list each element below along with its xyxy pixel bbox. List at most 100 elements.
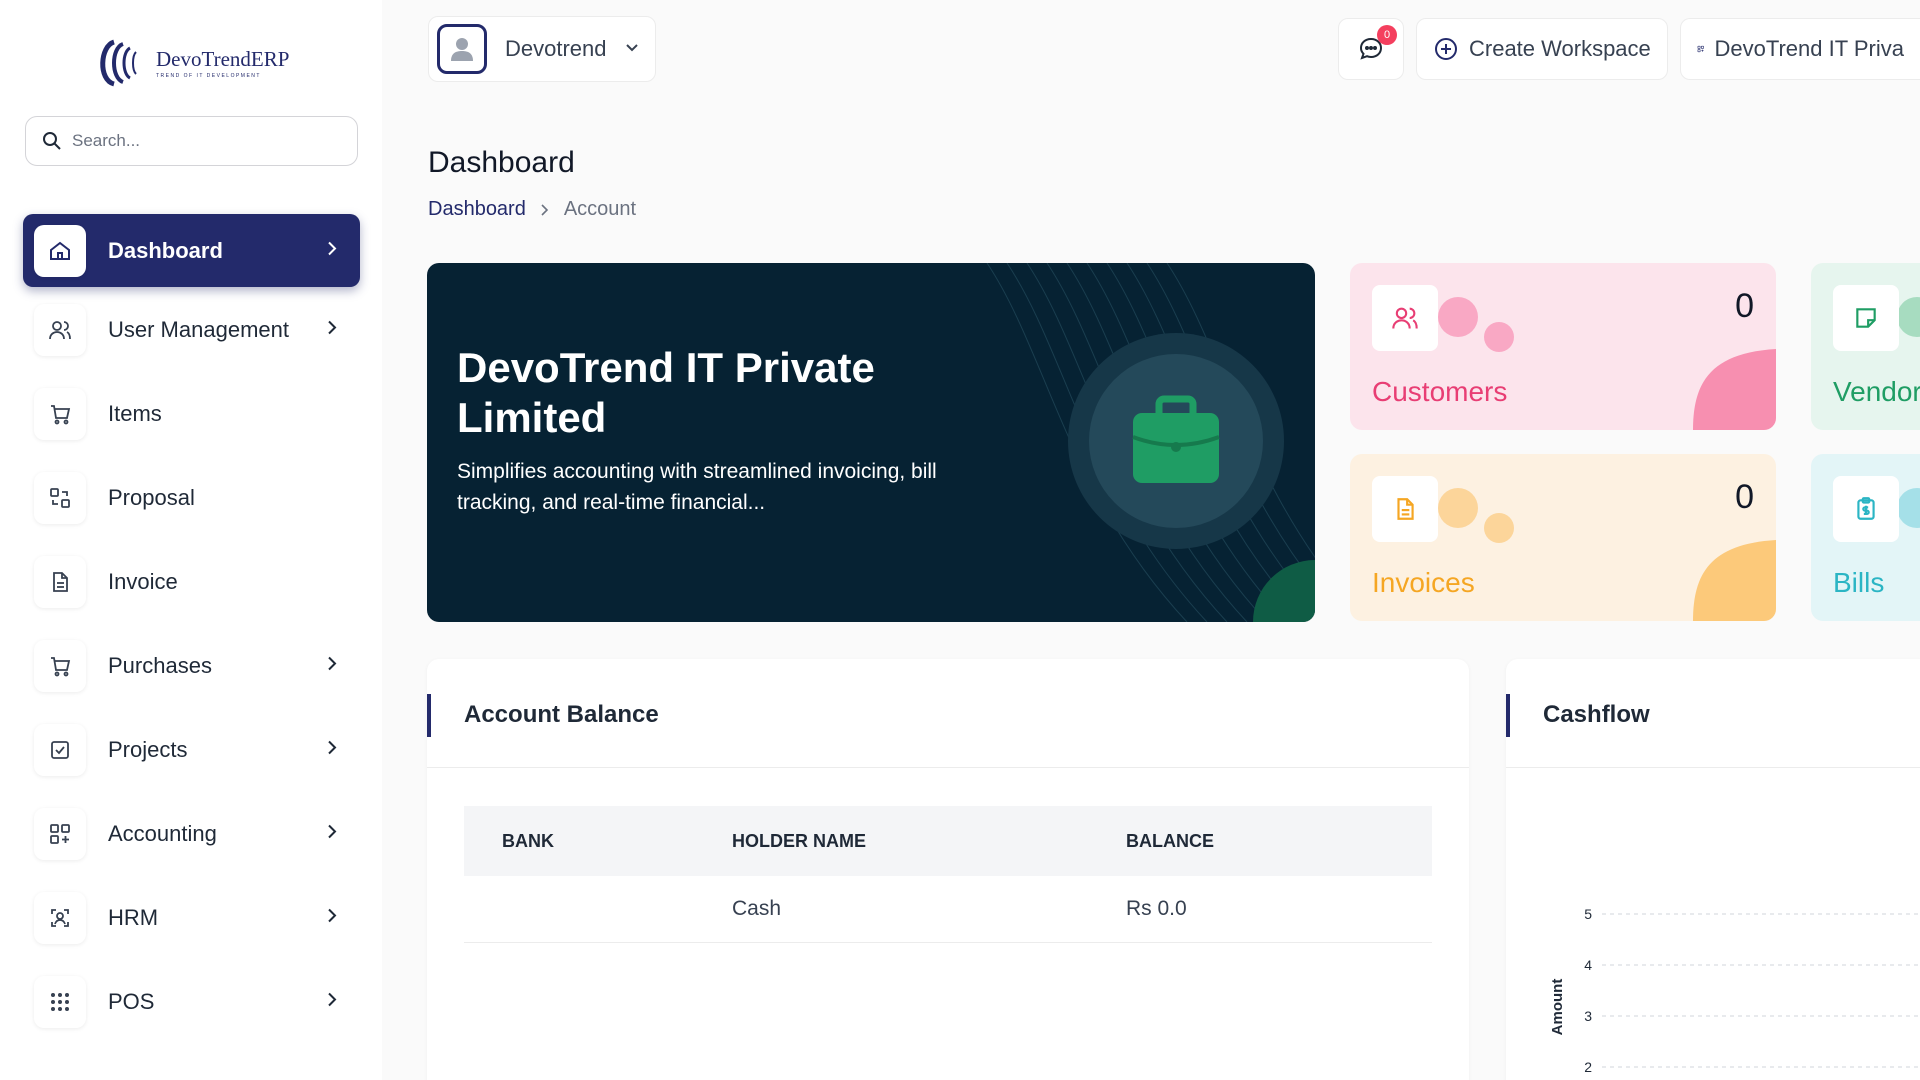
company-banner: DevoTrend IT Private Limited Simplifies … — [427, 263, 1315, 622]
grid-plus-icon — [34, 808, 86, 860]
sidebar-item-proposal[interactable]: Proposal — [23, 462, 360, 534]
brand-tagline: TREND OF IT DEVELOPMENT — [156, 73, 261, 79]
cashflow-panel: Cashflow Amount 54321 — [1506, 659, 1920, 1080]
sidebar-item-dashboard[interactable]: Dashboard — [23, 214, 360, 287]
y-tick-5: 5 — [1584, 906, 1592, 922]
account-balance-table: BANK HOLDER NAME BALANCE Cash Rs 0.0 — [464, 806, 1432, 943]
panel-header: Cashflow — [1506, 659, 1920, 768]
sidebar-item-hrm[interactable]: HRM — [23, 882, 360, 954]
brand-logo[interactable]: DevoTrendERP TREND OF IT DEVELOPMENT — [94, 34, 289, 92]
sidebar-item-label: Accounting — [108, 821, 217, 846]
sidebar-item-items[interactable]: Items — [23, 378, 360, 450]
column-header-bank: BANK — [464, 806, 694, 876]
breadcrumb-home[interactable]: Dashboard — [428, 198, 526, 221]
sidebar-item-invoice[interactable]: Invoice — [23, 546, 360, 618]
chevron-right-icon — [326, 656, 338, 677]
sidebar-item-projects[interactable]: Projects — [23, 714, 360, 786]
vendors-card[interactable]: Vendor — [1811, 263, 1920, 430]
invoices-count: 0 — [1735, 478, 1754, 516]
sidebar-item-label: Invoice — [108, 569, 178, 594]
sidebar: DevoTrendERP TREND OF IT DEVELOPMENT Das… — [0, 0, 382, 1080]
customers-label: Customers — [1372, 376, 1508, 407]
chevron-right-icon — [326, 320, 338, 341]
y-axis-label: Amount — [1549, 979, 1566, 1036]
column-header-balance: BALANCE — [1088, 806, 1432, 876]
home-icon — [34, 224, 86, 277]
company-switch-label: DevoTrend IT Priva — [1714, 36, 1904, 61]
users-icon — [34, 304, 86, 356]
user-icon — [451, 38, 473, 61]
dots-grid-icon — [34, 976, 86, 1028]
sticky-note-icon — [1833, 285, 1899, 351]
chevron-right-icon — [326, 740, 338, 761]
users-icon — [1372, 285, 1438, 351]
exchange-icon — [34, 472, 86, 524]
y-axis-ticks: 54321 — [1584, 906, 1592, 1075]
account-balance-title: Account Balance — [464, 701, 659, 728]
chevron-down-icon — [625, 40, 639, 58]
sidebar-nav: Dashboard User Management Items Proposal… — [23, 214, 360, 1050]
notification-badge: 0 — [1377, 25, 1397, 45]
sidebar-item-label: Proposal — [108, 485, 195, 510]
create-workspace-label: Create Workspace — [1469, 36, 1651, 61]
company-name: DevoTrend IT Private Limited — [457, 344, 875, 441]
account-balance-panel: Account Balance BANK HOLDER NAME BALANCE… — [427, 659, 1469, 1080]
checkbox-icon — [34, 724, 86, 776]
sidebar-item-label: Projects — [108, 737, 188, 762]
customers-card[interactable]: 0 Customers — [1350, 263, 1776, 430]
panel-header: Account Balance — [427, 659, 1469, 768]
y-tick-2: 2 — [1584, 1059, 1592, 1075]
sidebar-item-label: Purchases — [108, 653, 212, 678]
sidebar-item-user-management[interactable]: User Management — [23, 294, 360, 366]
chevron-right-icon — [541, 203, 548, 216]
workspace-name: Devotrend — [505, 36, 607, 61]
avatar — [437, 24, 487, 74]
document-icon — [34, 556, 86, 608]
cart-icon — [34, 388, 86, 440]
invoices-label: Invoices — [1372, 567, 1475, 598]
workspace-select[interactable]: Devotrend — [428, 16, 656, 82]
grid-plus-icon — [1697, 45, 1704, 53]
chevron-right-icon — [326, 240, 338, 261]
invoices-card[interactable]: 0 Invoices — [1350, 454, 1776, 621]
sidebar-item-purchases[interactable]: Purchases — [23, 630, 360, 702]
cell-holder-name: Cash — [694, 876, 1088, 943]
cell-bank — [464, 876, 694, 943]
breadcrumb-current: Account — [563, 198, 637, 220]
bills-card[interactable]: Bills — [1811, 454, 1920, 621]
bills-label: Bills — [1833, 567, 1885, 598]
sidebar-item-accounting[interactable]: Accounting — [23, 798, 360, 870]
breadcrumb: Dashboard Account — [428, 198, 636, 221]
search-icon — [43, 132, 61, 150]
customers-count: 0 — [1735, 287, 1754, 325]
sidebar-item-label: POS — [108, 989, 155, 1014]
brand-mark-icon — [100, 39, 137, 87]
company-switch-button[interactable]: DevoTrend IT Priva — [1680, 18, 1920, 80]
cashflow-chart: Amount 54321 — [1549, 906, 1920, 1075]
chevron-right-icon — [326, 992, 338, 1013]
chevron-right-icon — [326, 824, 338, 845]
company-description: Simplifies accounting with streamlined i… — [457, 460, 937, 514]
briefcase-icon — [1132, 395, 1220, 483]
receipt-icon — [1833, 476, 1899, 542]
page-title: Dashboard — [428, 146, 575, 179]
brand-name: DevoTrendERP — [156, 47, 290, 71]
plus-circle-icon — [1435, 38, 1457, 60]
cell-balance: Rs 0.0 — [1088, 876, 1432, 943]
table-row: Cash Rs 0.0 — [464, 876, 1432, 943]
table-header-row: BANK HOLDER NAME BALANCE — [464, 806, 1432, 876]
sidebar-item-label: HRM — [108, 905, 159, 930]
sidebar-item-label: Items — [108, 401, 162, 426]
cashflow-title: Cashflow — [1543, 701, 1650, 728]
cart-icon — [34, 640, 86, 692]
sidebar-item-pos[interactable]: POS — [23, 966, 360, 1038]
sidebar-item-label: User Management — [108, 317, 289, 342]
y-tick-4: 4 — [1584, 957, 1592, 973]
search-input[interactable] — [72, 131, 342, 151]
hrm-icon — [34, 892, 86, 944]
vendors-label: Vendor — [1833, 376, 1920, 407]
y-tick-3: 3 — [1584, 1008, 1592, 1024]
gridlines — [1602, 913, 1920, 1068]
messages-button[interactable]: 0 — [1338, 18, 1404, 80]
create-workspace-button[interactable]: Create Workspace — [1416, 18, 1668, 80]
